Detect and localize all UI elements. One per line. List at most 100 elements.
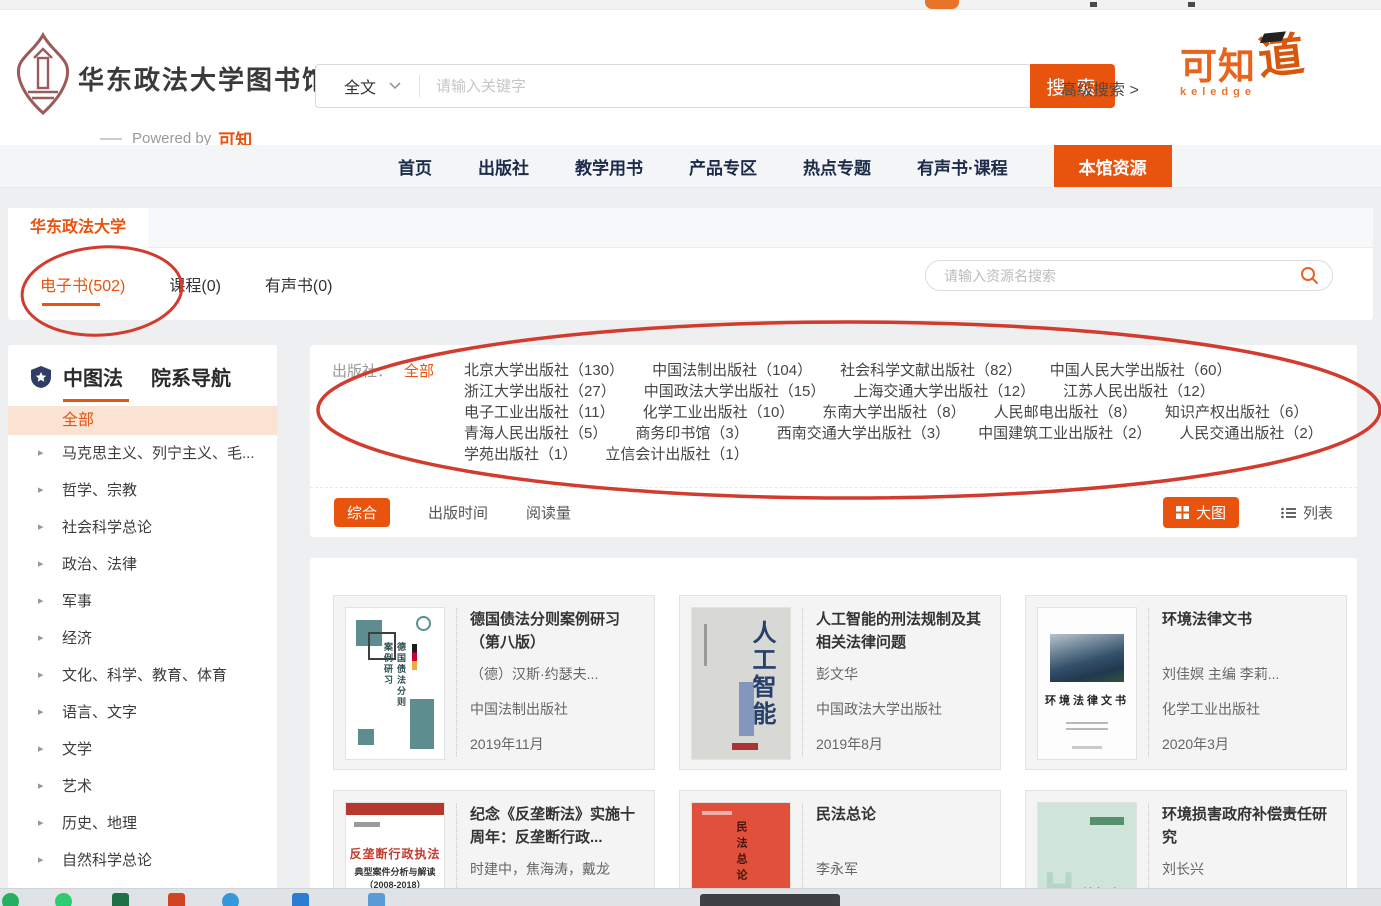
sidebar-item-7[interactable]: ▸语言、文字 — [8, 694, 277, 731]
taskbar-icon-6[interactable] — [292, 893, 309, 906]
nav-item-6[interactable]: 本馆资源 — [1054, 145, 1172, 187]
book-card-2[interactable]: 环境法律文书环境法律文书刘佳嫇 主编 李莉...化学工业出版社2020年3月 — [1025, 595, 1347, 770]
browser-extension-icon[interactable] — [925, 0, 959, 9]
cover-decoration — [346, 803, 444, 815]
cover-title-text: 民法总论 — [733, 821, 749, 885]
book-date: 2020年3月 — [1162, 734, 1334, 754]
taskbar-icon-2[interactable] — [55, 893, 72, 906]
shield-icon — [30, 365, 52, 389]
sidebar-item-0[interactable]: ▸马克思主义、列宁主义、毛... — [8, 435, 277, 472]
book-title: 环境法律文书 — [1162, 608, 1334, 655]
publisher-filter-3-2[interactable]: 西南交通大学出版社（3） — [777, 425, 950, 442]
sidebar-item-3[interactable]: ▸政治、法律 — [8, 546, 277, 583]
main-search-bar: 全文 搜 索 — [315, 64, 1031, 108]
publisher-filter-4-1[interactable]: 立信会计出版社（1） — [605, 446, 748, 463]
advanced-search-link[interactable]: 高级搜索 > — [1061, 76, 1139, 100]
nav-item-5[interactable]: 有声书·课程 — [917, 145, 1008, 187]
resource-tab-2[interactable]: 有声书(0) — [265, 248, 333, 306]
publisher-line-4: 学苑出版社（1） 立信会计出版社（1） — [464, 444, 1351, 465]
publisher-filter-2-0[interactable]: 电子工业出版社（11） — [464, 404, 615, 421]
sidebar-item-1[interactable]: ▸哲学、宗教 — [8, 472, 277, 509]
sidebar-item-label: 经济 — [62, 630, 92, 647]
publisher-line-1: 浙江大学出版社（27） 中国政法大学出版社（15） 上海交通大学出版社（12） 江苏人… — [464, 381, 1351, 402]
publisher-filter-2-1[interactable]: 化学工业出版社（10） — [643, 404, 795, 421]
nav-item-1[interactable]: 出版社 — [478, 145, 529, 187]
divider — [1148, 608, 1149, 757]
cover-title-text: 反垄断行政执法 — [346, 845, 444, 862]
sort-option-0[interactable]: 综合 — [334, 498, 390, 527]
org-tab[interactable]: 华东政法大学 — [8, 208, 148, 248]
publisher-filter-1-2[interactable]: 上海交通大学出版社（12） — [853, 383, 1035, 400]
chevron-right-icon: ▸ — [38, 694, 44, 731]
sidebar-item-6[interactable]: ▸文化、科学、教育、体育 — [8, 657, 277, 694]
chevron-right-icon: ▸ — [38, 805, 44, 842]
book-author: 彭文华 — [816, 664, 988, 684]
publisher-filter-4-0[interactable]: 学苑出版社（1） — [464, 446, 577, 463]
sidebar-tab-departments[interactable]: 院系导航 — [151, 362, 231, 391]
sidebar-item-5[interactable]: ▸经济 — [8, 620, 277, 657]
view-option-label: 大图 — [1196, 502, 1226, 523]
resource-search-input[interactable] — [926, 268, 1300, 284]
resource-tab-0[interactable]: 电子书(502) — [40, 248, 125, 306]
publisher-filter-2-2[interactable]: 东南大学出版社（8） — [822, 404, 965, 421]
sort-option-2[interactable]: 阅读量 — [526, 502, 571, 523]
sidebar-item-label: 政治、法律 — [62, 556, 137, 573]
sidebar-item-all[interactable]: 全部 — [8, 406, 277, 435]
cover-decoration — [410, 699, 434, 749]
search-scope-dropdown[interactable]: 全文 — [316, 74, 419, 98]
cover-decoration — [358, 729, 374, 745]
nav-item-3[interactable]: 产品专区 — [689, 145, 757, 187]
search-icon[interactable] — [1300, 266, 1319, 285]
sidebar-item-2[interactable]: ▸社会科学总论 — [8, 509, 277, 546]
taskbar-item-dark[interactable] — [700, 894, 840, 906]
taskbar-icon-5[interactable] — [222, 893, 239, 906]
sidebar-item-4[interactable]: ▸ 军事 — [8, 583, 277, 620]
book-date: 2019年11月 — [470, 734, 642, 754]
sidebar-item-label: 社会科学总论 — [62, 519, 152, 536]
sort-option-1[interactable]: 出版时间 — [428, 502, 488, 523]
sidebar-item-label: 军事 — [62, 593, 92, 610]
taskbar-icon-1[interactable] — [2, 893, 19, 906]
taskbar-icon-7[interactable] — [368, 893, 385, 906]
nav-item-4[interactable]: 热点专题 — [803, 145, 871, 187]
nav-item-2[interactable]: 教学用书 — [575, 145, 643, 187]
book-card-0[interactable]: 德国债法分则 案例研习德国债法分则案例研习（第八版）（德）汉斯·约瑟夫...中国… — [333, 595, 655, 770]
publisher-filter-3-1[interactable]: 商务印书馆（3） — [635, 425, 748, 442]
main-search-input[interactable] — [436, 78, 1030, 95]
sidebar-item-9[interactable]: ▸艺术 — [8, 768, 277, 805]
book-info: 德国债法分则案例研习（第八版）（德）汉斯·约瑟夫...中国法制出版社2019年1… — [470, 608, 642, 757]
book-cover-1: 人工智能 — [692, 608, 790, 759]
publisher-filter-0-2[interactable]: 社会科学文献出版社（82） — [840, 362, 1022, 379]
book-author: 时建中，焦海涛，戴龙 — [470, 859, 642, 879]
view-option-1[interactable]: 列表 — [1281, 502, 1333, 523]
sidebar-item-10[interactable]: ▸ 历史、地理 — [8, 805, 277, 842]
resource-tab-1[interactable]: 课程(0) — [169, 248, 221, 306]
publisher-filter-2-3[interactable]: 人民邮电出版社（8） — [994, 404, 1137, 421]
sidebar-item-label: 艺术 — [62, 778, 92, 795]
publisher-filter-2-4[interactable]: 知识产权出版社（6） — [1165, 404, 1308, 421]
browser-top-strip — [0, 0, 1381, 10]
sidebar-tab-classification[interactable]: 中图法 — [63, 362, 123, 391]
chevron-right-icon: ▸ — [38, 583, 44, 620]
publisher-filter-3-3[interactable]: 中国建筑工业出版社（2） — [978, 425, 1151, 442]
publisher-filter-0-1[interactable]: 中国法制出版社（104） — [652, 362, 812, 379]
publisher-filter-1-0[interactable]: 浙江大学出版社（27） — [464, 383, 616, 400]
cover-decoration — [1072, 746, 1102, 749]
publisher-filter-1-3[interactable]: 江苏人民出版社（12） — [1063, 383, 1215, 400]
sidebar-item-label: 马克思主义、列宁主义、毛... — [62, 445, 255, 462]
view-option-0[interactable]: 大图 — [1163, 497, 1239, 528]
book-card-1[interactable]: 人工智能人工智能的刑法规制及其相关法律问题彭文华中国政法大学出版社2019年8月 — [679, 595, 1001, 770]
publisher-filter-0-0[interactable]: 北京大学出版社（130） — [464, 362, 624, 379]
nav-item-0[interactable]: 首页 — [398, 145, 432, 187]
publisher-filter-1-1[interactable]: 中国政法大学出版社（15） — [644, 383, 826, 400]
sidebar-item-label: 历史、地理 — [62, 815, 137, 832]
publisher-filter-3-0[interactable]: 青海人民出版社（5） — [464, 425, 607, 442]
publisher-filter-3-4[interactable]: 人民交通出版社（2） — [1179, 425, 1322, 442]
taskbar-icon-3[interactable] — [112, 893, 129, 906]
sidebar-item-11[interactable]: ▸自然科学总论 — [8, 842, 277, 879]
sidebar-item-label: 哲学、宗教 — [62, 482, 137, 499]
sidebar-item-8[interactable]: ▸文学 — [8, 731, 277, 768]
publisher-filter-all[interactable]: 全部 — [404, 360, 434, 465]
publisher-filter-0-3[interactable]: 中国人民大学出版社（60） — [1050, 362, 1232, 379]
taskbar-icon-4[interactable] — [168, 893, 185, 906]
